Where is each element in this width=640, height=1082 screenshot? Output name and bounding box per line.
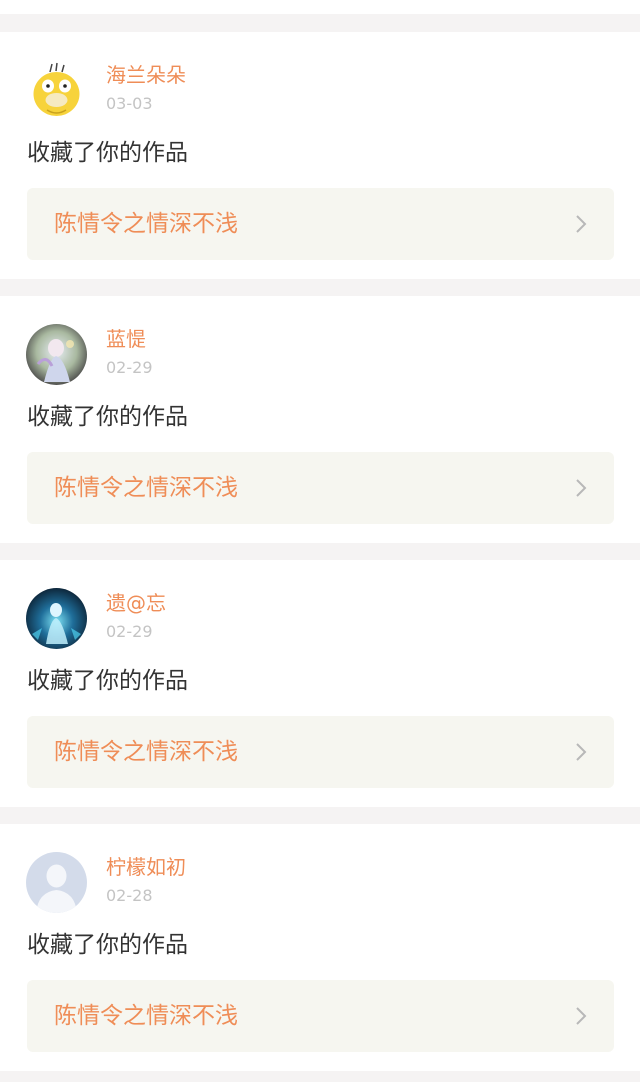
action-text: 收藏了你的作品 [27,140,188,166]
notification-date: 02-28 [106,886,153,905]
action-text: 收藏了你的作品 [27,404,188,430]
notification-feed: 海兰朵朵 03-03 收藏了你的作品 陈情令之情深不浅 蓝惿 02-29 收藏了… [0,0,640,1082]
user-name[interactable]: 遗@忘 [106,590,166,616]
pastel-character-icon [26,324,87,385]
notification-card: 海兰朵朵 03-03 收藏了你的作品 陈情令之情深不浅 [0,32,640,279]
chevron-right-icon [574,742,588,762]
work-title: 陈情令之情深不浅 [54,211,238,237]
avatar[interactable] [26,852,87,913]
notification-date: 03-03 [106,94,153,113]
user-name[interactable]: 柠檬如初 [106,854,186,880]
work-link[interactable]: 陈情令之情深不浅 [27,188,614,260]
blue-glow-character-icon [26,588,87,649]
avatar[interactable] [26,60,87,121]
work-title: 陈情令之情深不浅 [54,1003,238,1029]
notification-date: 02-29 [106,358,153,377]
top-strip [0,0,640,14]
default-user-icon [26,852,87,913]
chevron-right-icon [574,214,588,234]
notification-card: 遗@忘 02-29 收藏了你的作品 陈情令之情深不浅 [0,560,640,807]
user-name[interactable]: 海兰朵朵 [106,62,186,88]
work-title: 陈情令之情深不浅 [54,739,238,765]
work-link[interactable]: 陈情令之情深不浅 [27,452,614,524]
notification-date: 02-29 [106,622,153,641]
work-link[interactable]: 陈情令之情深不浅 [27,980,614,1052]
action-text: 收藏了你的作品 [27,932,188,958]
avatar[interactable] [26,324,87,385]
user-name[interactable]: 蓝惿 [106,326,146,352]
work-link[interactable]: 陈情令之情深不浅 [27,716,614,788]
notification-card: 蓝惿 02-29 收藏了你的作品 陈情令之情深不浅 [0,296,640,543]
yellow-duck-icon [26,60,87,121]
notification-card: 柠檬如初 02-28 收藏了你的作品 陈情令之情深不浅 [0,824,640,1071]
action-text: 收藏了你的作品 [27,668,188,694]
avatar[interactable] [26,588,87,649]
work-title: 陈情令之情深不浅 [54,475,238,501]
chevron-right-icon [574,478,588,498]
chevron-right-icon [574,1006,588,1026]
